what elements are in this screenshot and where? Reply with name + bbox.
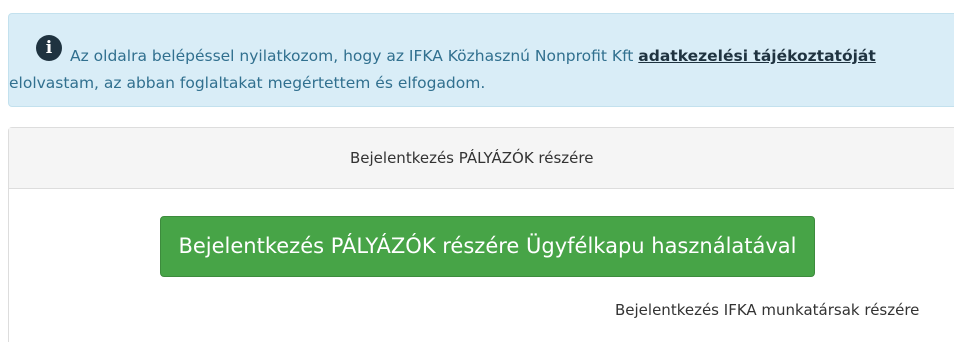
login-panel: Bejelentkezés PÁLYÁZÓK részére Bejelentk… <box>8 127 954 342</box>
staff-login-link[interactable]: Bejelentkezés IFKA munkatársak részére <box>615 301 919 319</box>
alert-line-2: elolvastam, az abban foglaltakat megérte… <box>9 74 486 92</box>
privacy-policy-link[interactable]: adatkezelési tájékoztatóját <box>638 47 876 65</box>
ugyfelkapu-login-button[interactable]: Bejelentkezés PÁLYÁZÓK részére Ügyfélkap… <box>160 216 815 277</box>
panel-heading-title: Bejelentkezés PÁLYÁZÓK részére <box>350 149 594 167</box>
alert-line-1: Az oldalra belépéssel nyilatkozom, hogy … <box>37 45 876 67</box>
panel-heading: Bejelentkezés PÁLYÁZÓK részére <box>9 128 954 189</box>
privacy-notice-alert: i Az oldalra belépéssel nyilatkozom, hog… <box>8 13 954 107</box>
page: i Az oldalra belépéssel nyilatkozom, hog… <box>0 0 954 342</box>
alert-text-before-link: Az oldalra belépéssel nyilatkozom, hogy … <box>70 47 639 65</box>
